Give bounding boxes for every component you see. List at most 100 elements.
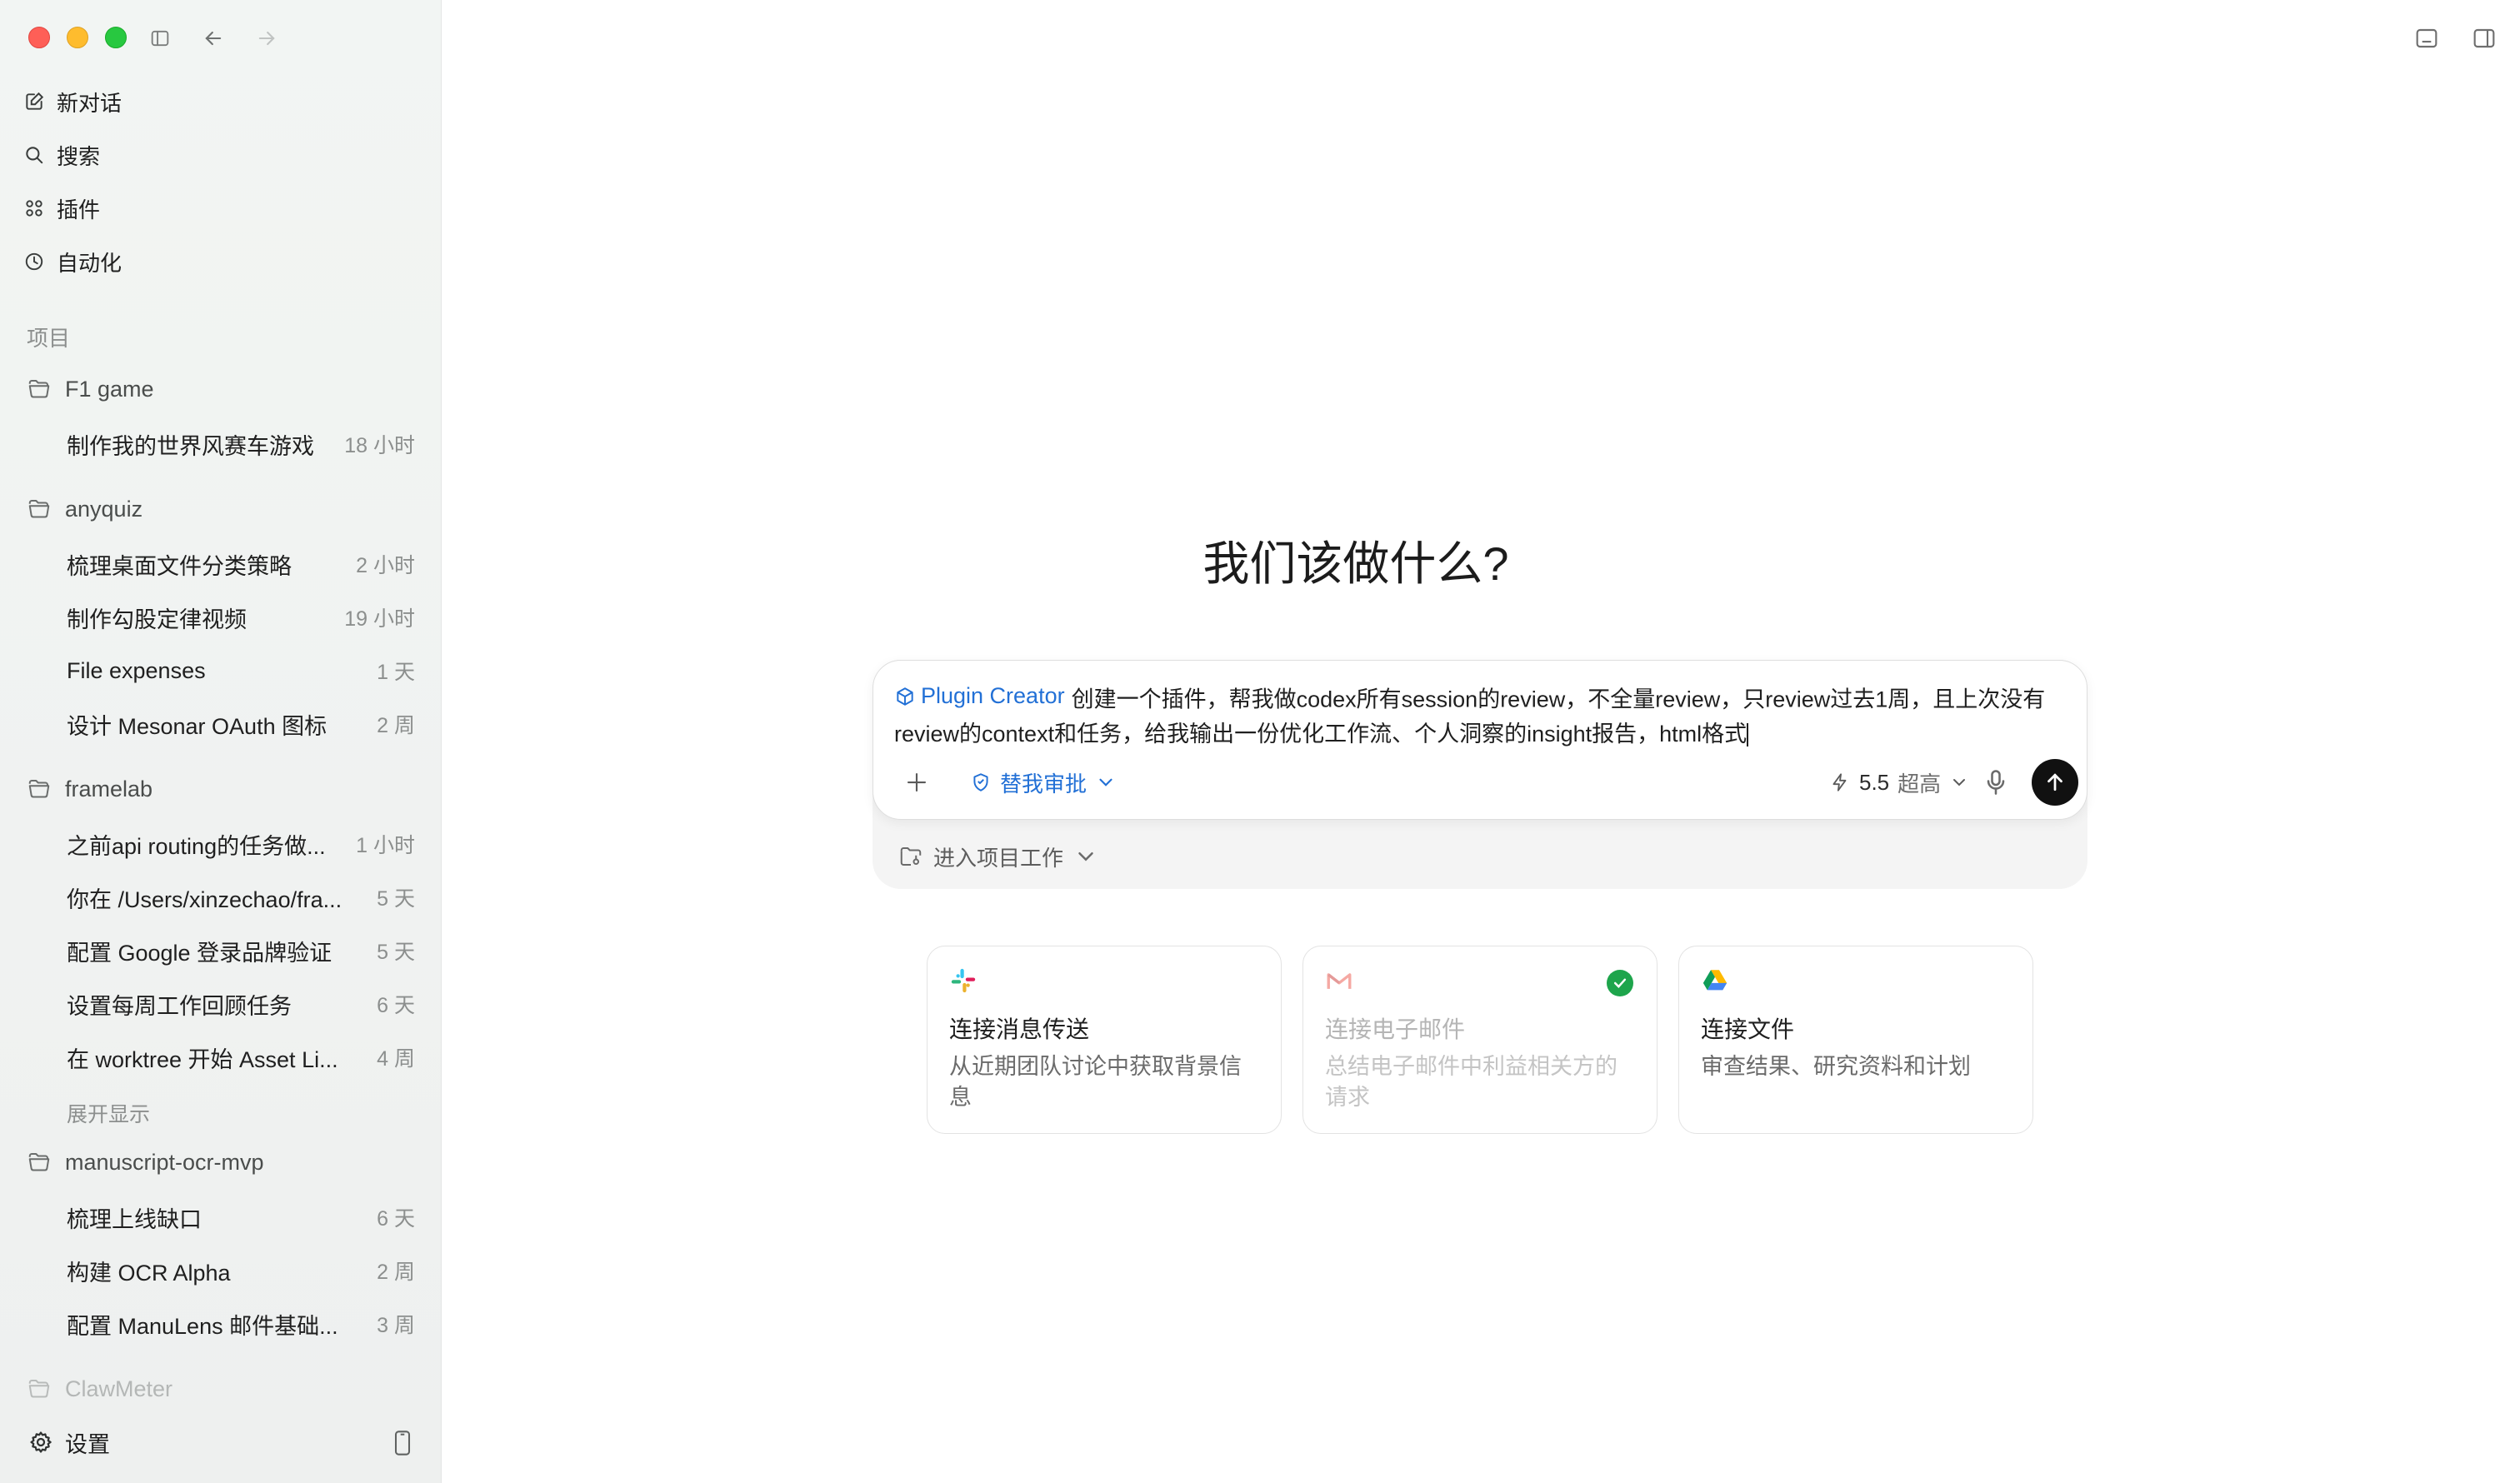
expand-threads-link[interactable]: 展开显示: [67, 1098, 150, 1128]
window-controls: [28, 27, 127, 48]
thread-time: 5 天: [377, 887, 415, 911]
shield-icon: [973, 773, 988, 791]
automation-button[interactable]: 自动化: [23, 241, 415, 282]
approval-mode-dropdown[interactable]: 替我审批: [970, 764, 1117, 801]
thread-time: 19 小时: [344, 607, 415, 631]
thread-title: 制作勾股定律视频: [67, 607, 247, 632]
plugins-button[interactable]: 插件: [23, 187, 415, 229]
thread-item[interactable]: 构建 OCR Alpha 2 周: [67, 1250, 415, 1291]
thread-item[interactable]: 你在 /Users/xinzechao/fra... 5 天: [67, 876, 415, 918]
cube-icon: [897, 687, 913, 706]
settings-button[interactable]: 设置: [28, 1421, 420, 1463]
close-window-button[interactable]: [28, 27, 50, 48]
model-selector-dropdown[interactable]: 5.5 超高: [1829, 764, 1969, 801]
attach-button[interactable]: [900, 766, 933, 799]
project-name: ClawMeter: [65, 1376, 173, 1401]
connect-email-card[interactable]: 连接电子邮件 总结电子邮件中利益相关方的请求: [1302, 946, 1658, 1134]
gmail-icon: [1327, 973, 1352, 989]
thread-item[interactable]: File expenses 1 天: [67, 650, 415, 692]
plugins-label: 插件: [57, 197, 101, 222]
bottom-panel-toggle-icon[interactable]: [2413, 25, 2440, 52]
folder-branch-icon: [900, 847, 922, 866]
thread-item[interactable]: 制作勾股定律视频 19 小时: [67, 597, 415, 638]
zoom-window-button[interactable]: [105, 27, 127, 48]
thread-item[interactable]: 设计 Mesonar OAuth 图标 2 周: [67, 703, 415, 745]
lightning-icon: [1832, 773, 1847, 791]
minimize-window-button[interactable]: [67, 27, 88, 48]
thread-item[interactable]: 配置 Google 登录品牌验证 5 天: [67, 930, 415, 971]
connect-files-card[interactable]: 连接文件 审查结果、研究资料和计划: [1678, 946, 2033, 1134]
composer-toolbar: 替我审批 5.5 超高: [892, 759, 2078, 806]
folder-icon: [28, 380, 50, 398]
forward-arrow-icon[interactable]: [252, 23, 282, 53]
right-panel-toggle-icon[interactable]: [2471, 25, 2498, 52]
project-mode-dropdown[interactable]: 进入项目工作: [898, 840, 1098, 873]
chevron-down-icon: [1078, 852, 1093, 861]
thread-time: 1 天: [377, 661, 415, 684]
folder-icon: [28, 780, 50, 798]
settings-label: 设置: [65, 1431, 110, 1457]
thread-time: 3 周: [377, 1314, 415, 1337]
page-headline: 我们该做什么?: [1202, 537, 1509, 590]
plus-icon: [907, 772, 927, 792]
thread-title: 构建 OCR Alpha: [67, 1260, 231, 1286]
project-clawmeter[interactable]: ClawMeter: [27, 1371, 172, 1407]
thread-item[interactable]: 之前api routing的任务做... 1 小时: [67, 823, 415, 865]
microphone-icon[interactable]: [1981, 767, 2011, 797]
thread-time: 4 周: [377, 1047, 415, 1071]
thread-title: 配置 ManuLens 邮件基础...: [67, 1313, 338, 1339]
connect-messaging-card[interactable]: 连接消息传送 从近期团队讨论中获取背景信息: [927, 946, 1282, 1134]
project-anyquiz[interactable]: anyquiz: [27, 491, 418, 527]
thread-title: 在 worktree 开始 Asset Li...: [67, 1046, 338, 1072]
thread-title: File expenses: [67, 657, 206, 683]
thread-item[interactable]: 配置 ManuLens 邮件基础... 3 周: [67, 1303, 415, 1345]
device-icon[interactable]: [391, 1430, 414, 1456]
text-cursor: [1747, 723, 1749, 747]
thread-item[interactable]: 制作我的世界风赛车游戏 18 小时: [67, 423, 415, 465]
card-title: 连接文件: [1701, 1016, 1795, 1042]
send-button[interactable]: [2032, 759, 2078, 806]
thread-title: 配置 Google 登录品牌验证: [67, 940, 332, 966]
thread-item[interactable]: 梳理上线缺口 6 天: [67, 1196, 415, 1238]
card-description: 从近期团队讨论中获取背景信息: [949, 1054, 1242, 1110]
thread-title: 你在 /Users/xinzechao/fra...: [67, 886, 342, 912]
thread-time: 18 小时: [344, 434, 415, 457]
thread-time: 1 小时: [356, 834, 415, 857]
prompt-input[interactable]: Plugin Creator 创建一个插件，帮我做codex所有session的…: [894, 679, 2069, 751]
projects-section-label: 项目: [27, 326, 71, 351]
sidebar: 新对话 搜索 插件 自动化 项目 F1 game 制作我的世界风赛车游戏 18 …: [0, 0, 442, 1483]
approval-label: 替我审批: [1000, 771, 1088, 796]
arrow-up-icon: [2048, 773, 2062, 791]
project-manuscript-ocr-mvp[interactable]: manuscript-ocr-mvp: [27, 1144, 418, 1181]
thread-title: 之前api routing的任务做...: [67, 833, 326, 859]
search-button[interactable]: 搜索: [23, 134, 415, 176]
card-title: 连接电子邮件: [1325, 1016, 1466, 1042]
effort-level: 超高: [1898, 771, 1942, 796]
thread-item[interactable]: 在 worktree 开始 Asset Li... 4 周: [67, 1036, 415, 1078]
project-f1-game[interactable]: F1 game: [27, 371, 418, 407]
connected-check-icon: [1607, 970, 1633, 996]
composer[interactable]: Plugin Creator 创建一个插件，帮我做codex所有session的…: [872, 660, 2088, 820]
prompt-text: 创建一个插件，帮我做codex所有session的review，不全量revie…: [894, 687, 2046, 746]
project-name: framelab: [65, 776, 153, 801]
plugin-tag-label: Plugin Creator: [921, 683, 1065, 708]
google-drive-icon: [1702, 970, 1728, 991]
sidebar-toggle-icon[interactable]: [145, 23, 175, 53]
plugin-mention[interactable]: Plugin Creator: [894, 679, 1065, 713]
thread-item[interactable]: 设置每周工作回顾任务 6 天: [67, 983, 415, 1025]
chevron-down-icon: [1953, 779, 1966, 786]
thread-time: 6 天: [377, 1207, 415, 1231]
thread-time: 2 周: [377, 714, 415, 737]
thread-title: 梳理上线缺口: [67, 1206, 202, 1232]
folder-icon: [28, 1380, 50, 1398]
search-label: 搜索: [57, 143, 101, 169]
thread-title: 设置每周工作回顾任务: [67, 993, 292, 1019]
card-description: 总结电子邮件中利益相关方的请求: [1325, 1054, 1618, 1110]
back-arrow-icon[interactable]: [198, 23, 228, 53]
project-name: manuscript-ocr-mvp: [65, 1149, 264, 1175]
project-name: F1 game: [65, 376, 154, 402]
project-framelab[interactable]: framelab: [27, 771, 418, 807]
new-chat-button[interactable]: 新对话: [23, 81, 415, 122]
thread-time: 5 天: [377, 941, 415, 964]
search-icon: [26, 147, 43, 164]
